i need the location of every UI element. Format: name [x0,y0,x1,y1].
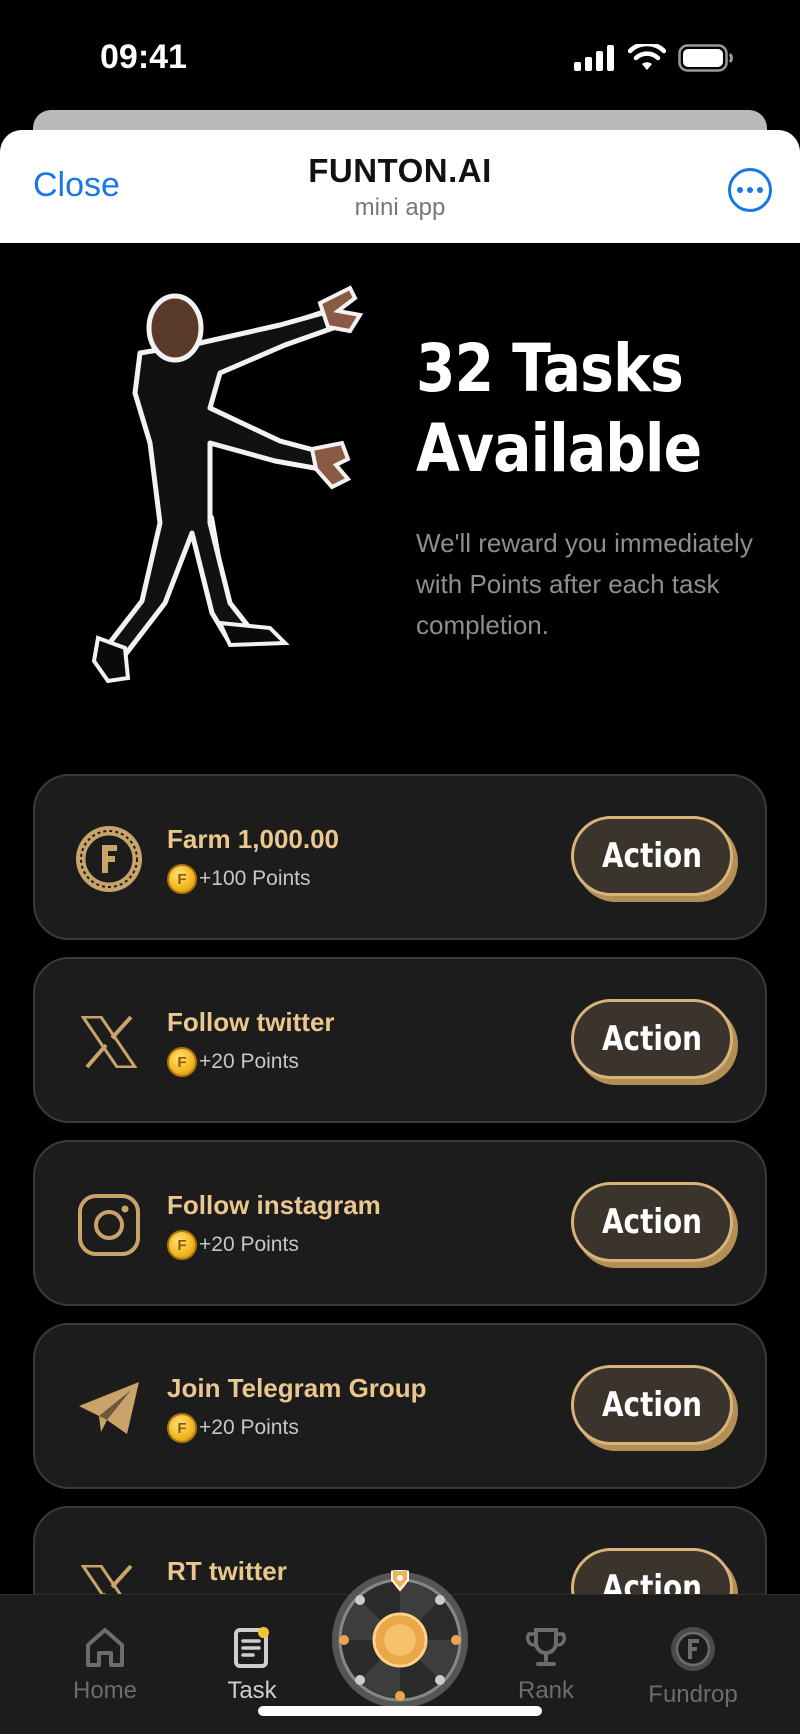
app-subtitle: mini app [354,194,446,221]
task-name: Follow instagram [167,1190,381,1220]
home-indicator [258,1706,542,1716]
funton-coin-icon [71,821,147,897]
hero-section: 32 Tasks Available We'll reward you imme… [0,243,800,763]
more-dot-icon [757,187,763,193]
more-options-button[interactable] [728,168,772,212]
task-card: Follow twitter F +20 Points Action [33,957,767,1123]
reward-text: +20 Points [199,1050,299,1073]
points-coin-icon: F [167,1413,197,1443]
action-button[interactable]: Action [571,816,733,896]
funton-coin-icon [671,1627,715,1671]
reward-text: +20 Points [199,1416,299,1439]
more-dot-icon [737,187,743,193]
mini-app-header: Close FUNTON.AI mini app [0,130,800,243]
action-label: Action [601,1019,702,1059]
task-card: Farm 1,000.00 F +100 Points Action [33,774,767,940]
signal-icon [574,45,614,71]
action-label: Action [601,1568,702,1594]
action-button[interactable]: Action [571,999,733,1079]
spin-wheel-button[interactable] [330,1570,470,1710]
task-reward: F +20 Points [167,1047,299,1077]
points-coin-icon: F [167,1230,197,1260]
nav-fundrop-label: Fundrop [648,1681,738,1708]
more-dot-icon [747,187,753,193]
action-label: Action [601,1385,702,1425]
task-reward: F +20 Points [167,1230,299,1260]
instagram-icon [71,1187,147,1263]
task-list: Farm 1,000.00 F +100 Points Action Follo… [33,774,767,1594]
nav-home-label: Home [72,1677,138,1704]
points-coin-icon: F [167,1047,197,1077]
nav-task-label: Task [227,1677,277,1704]
hero-title: 32 Tasks Available [416,330,702,487]
task-reward: F +20 Points [167,1413,299,1443]
nav-fundrop[interactable]: Fundrop [633,1625,753,1709]
x-logo-icon [71,1553,147,1594]
battery-icon [678,44,733,72]
home-icon [86,1628,124,1667]
nav-rank[interactable]: Rank [486,1625,606,1705]
hero-description: We'll reward you immediately with Points… [416,528,753,640]
app-title: FUNTON.AI [308,152,492,189]
task-name: Farm 1,000.00 [167,824,340,854]
nav-task[interactable]: Task [192,1625,312,1705]
trophy-icon [525,1628,567,1666]
action-label: Action [601,1202,702,1242]
action-button[interactable]: Action [571,1182,733,1262]
task-name: Follow twitter [167,1007,335,1037]
reward-text: +100 Points [199,867,311,890]
nav-rank-label: Rank [517,1677,575,1704]
reward-text: +20 Points [199,1233,299,1256]
nav-home[interactable]: Home [45,1625,165,1705]
points-coin-icon: F [167,864,197,894]
dancing-man-illustration [91,285,364,684]
x-logo-icon [71,1004,147,1080]
task-name: RT twitter [167,1556,287,1586]
status-bar: 09:41 [0,0,800,110]
action-button[interactable]: Action [571,1548,733,1594]
status-icons [574,44,734,72]
action-button[interactable]: Action [571,1365,733,1445]
status-time: 09:41 [100,38,187,76]
task-card: Follow instagram F +20 Points Action [33,1140,767,1306]
wifi-icon [628,44,666,70]
telegram-icon [71,1370,147,1446]
task-reward: F +100 Points [167,864,311,894]
task-card: Join Telegram Group F +20 Points Action [33,1323,767,1489]
action-label: Action [601,836,702,876]
notification-dot [258,1627,269,1638]
task-name: Join Telegram Group [167,1373,427,1403]
